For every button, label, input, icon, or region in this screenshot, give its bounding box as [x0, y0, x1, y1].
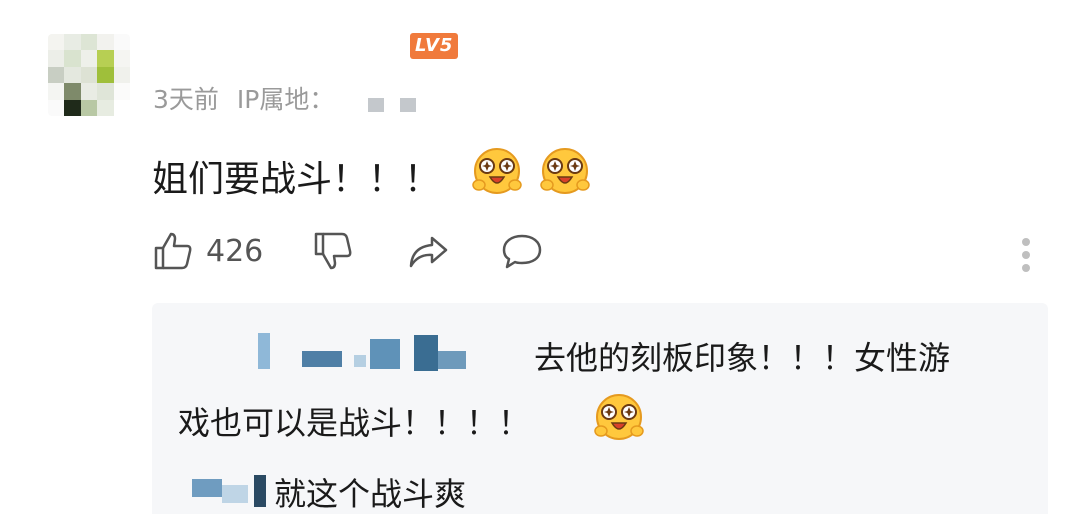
comment-action-bar: 426: [152, 230, 1052, 278]
share-icon[interactable]: [406, 230, 450, 272]
starry-eyed-emoji-icon: [472, 148, 522, 194]
level-badge: LV5: [410, 33, 459, 59]
comment-meta: 3天前 IP属地：: [153, 80, 334, 116]
reply-section[interactable]: 去他的刻板印象！！！女性游 戏也可以是战斗！！！！ 就这个战斗爽: [152, 303, 1048, 514]
reply-username-obscured[interactable]: [188, 471, 274, 511]
reply-text-line2: 戏也可以是战斗！！！！: [178, 404, 531, 442]
starry-eyed-emoji-icon: [540, 148, 590, 194]
share-button[interactable]: [406, 230, 450, 272]
reply-text-line1: 去他的刻板印象！！！女性游: [534, 339, 951, 377]
thumbs-down-icon[interactable]: [312, 230, 354, 272]
like-count: 426: [206, 233, 264, 269]
username-obscured[interactable]: [158, 30, 408, 66]
timestamp: 3天前: [153, 85, 219, 114]
avatar[interactable]: [48, 34, 130, 116]
reply-text-2: 就这个战斗爽: [274, 475, 467, 513]
like-button[interactable]: 426: [152, 230, 263, 272]
more-options-button[interactable]: [1022, 238, 1030, 272]
reply-button[interactable]: [500, 230, 544, 272]
comment-icon[interactable]: [500, 230, 544, 272]
dislike-button[interactable]: [312, 230, 354, 272]
comment-text: 姐们要战斗！！！: [152, 159, 441, 200]
reply-username-obscured[interactable]: [252, 333, 512, 377]
starry-eyed-emoji-icon: [594, 394, 644, 440]
more-icon[interactable]: [1022, 238, 1030, 246]
thumbs-up-icon[interactable]: [152, 230, 194, 272]
ip-location-label: IP属地：: [236, 85, 335, 114]
